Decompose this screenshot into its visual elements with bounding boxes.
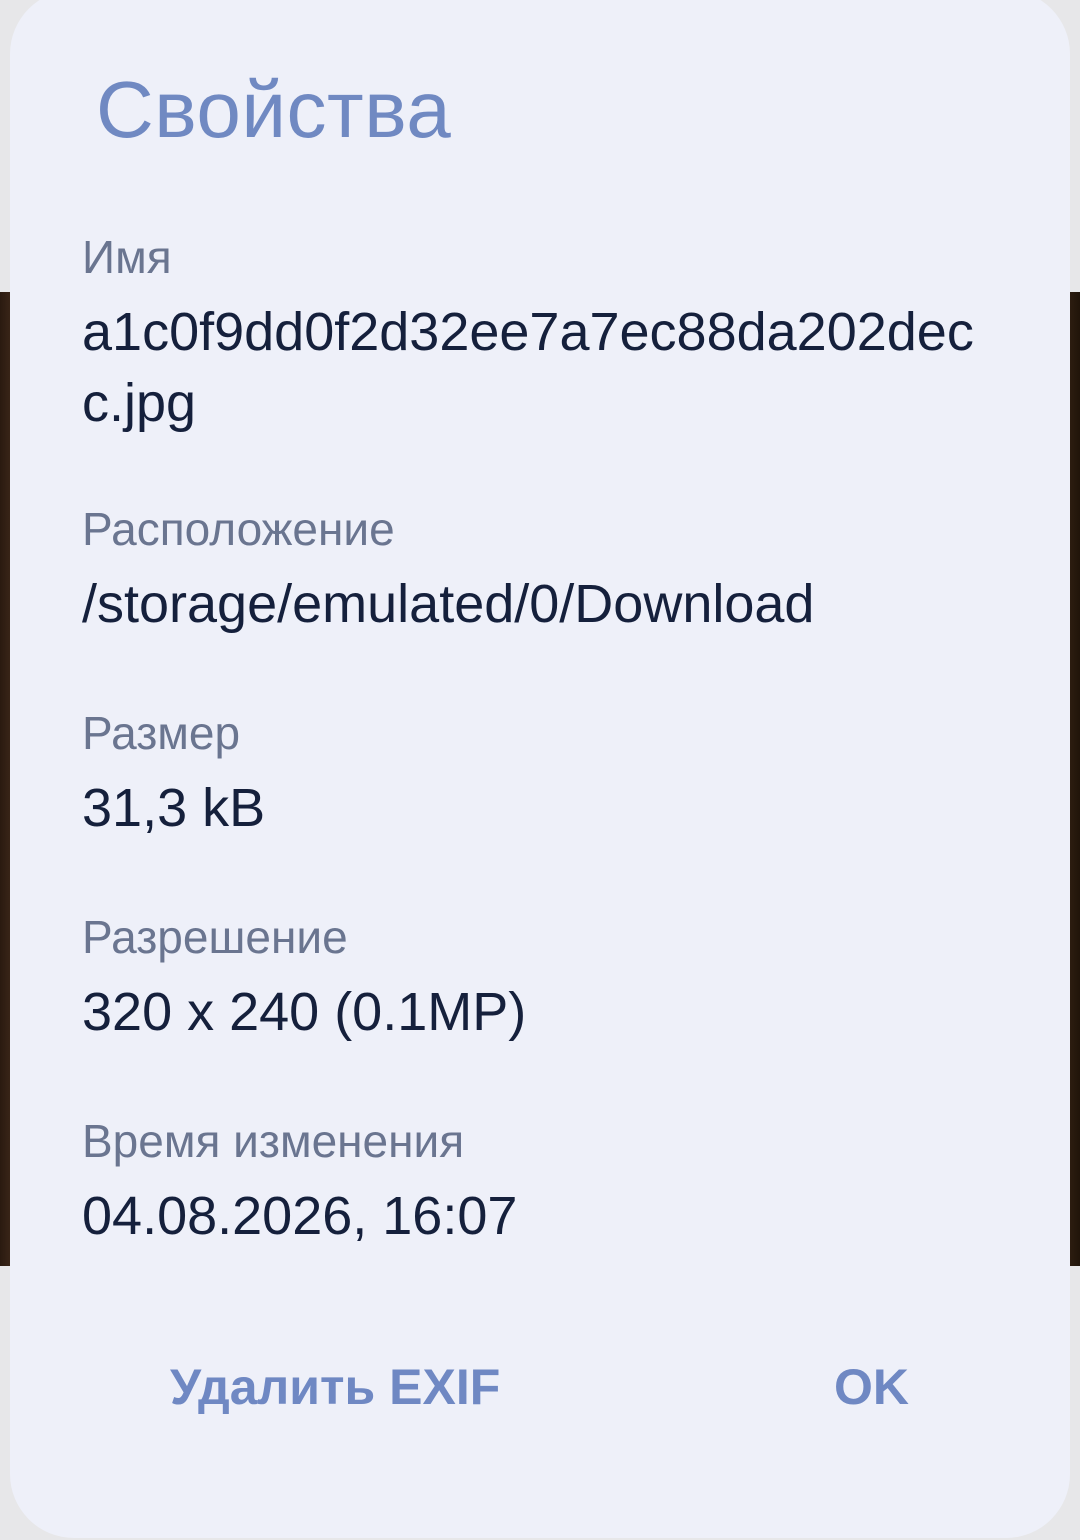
property-size-value: 31,3 kB xyxy=(82,778,266,839)
property-modified-value: 04.08.2026, 16:07 xyxy=(82,1186,518,1247)
property-modified-label: Время изменения xyxy=(82,1115,465,1167)
property-location-label: Расположение xyxy=(82,503,395,555)
property-resolution: Разрешение 320 x 240 (0.1MP) xyxy=(82,910,1012,1048)
remove-exif-button[interactable]: Удалить EXIF xyxy=(170,1358,500,1416)
property-modified: Время изменения 04.08.2026, 16:07 xyxy=(82,1114,1012,1252)
properties-dialog: Свойства Имя a1c0f9dd0f2d32ee7a7ec88da20… xyxy=(10,0,1070,1538)
property-location-value: /storage/emulated/0/Download xyxy=(82,574,815,635)
property-resolution-label: Разрешение xyxy=(82,911,348,963)
dialog-actions: Удалить EXIF OK xyxy=(10,1358,1070,1438)
ok-button[interactable]: OK xyxy=(834,1358,909,1416)
dialog-title: Свойства xyxy=(96,65,452,154)
property-size-label: Размер xyxy=(82,707,241,759)
property-resolution-value: 320 x 240 (0.1MP) xyxy=(82,982,527,1043)
property-location: Расположение /storage/emulated/0/Downloa… xyxy=(82,502,1012,640)
property-name: Имя a1c0f9dd0f2d32ee7a7ec88da202decc.jpg xyxy=(82,230,1012,439)
property-size: Размер 31,3 kB xyxy=(82,706,1012,844)
property-name-label: Имя xyxy=(82,231,172,283)
property-name-value: a1c0f9dd0f2d32ee7a7ec88da202decc.jpg xyxy=(82,302,974,434)
